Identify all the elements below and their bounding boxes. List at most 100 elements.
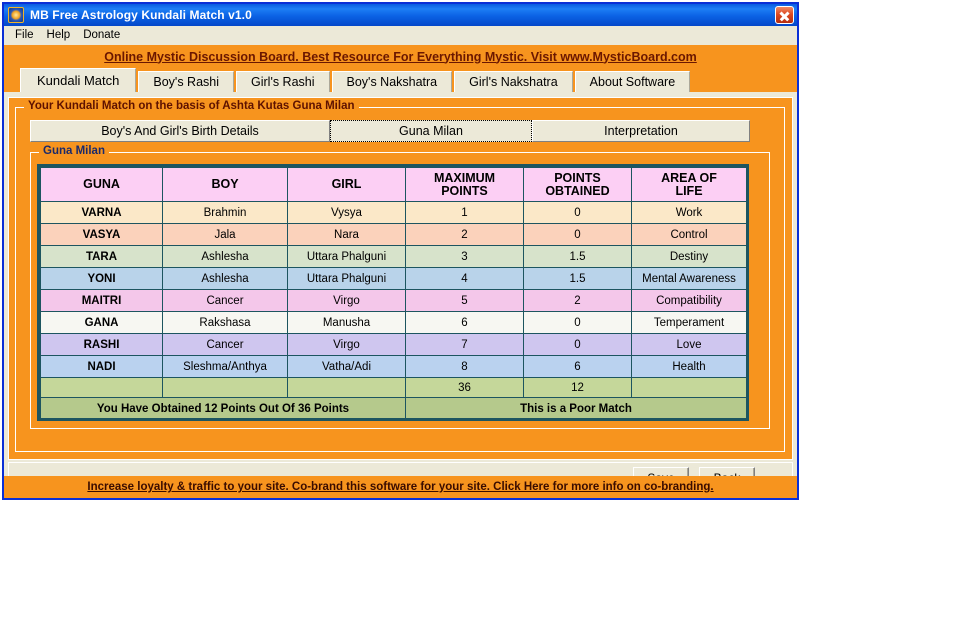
column-header-boy: BOY [162, 167, 288, 202]
totals-max-points: 36 [405, 377, 524, 398]
totals-cell-girl [287, 377, 406, 398]
column-header-area-of-life-line1: AREA OF [661, 170, 717, 185]
tab-about-software[interactable]: About Software [574, 71, 691, 92]
sub-tab-strip: Boy's And Girl's Birth Details Guna Mila… [30, 120, 770, 142]
table-header-row: GUNA BOY GIRL MAXIMUM POINTS POINTS OBTA… [40, 167, 746, 202]
result-summary: You Have Obtained 12 Points Out Of 36 Po… [40, 397, 406, 418]
table-row: GANA Rakshasa Manusha 6 0 Temperament [40, 311, 746, 334]
cell-points-obtained: 1.5 [523, 267, 632, 290]
cell-area-of-life: Destiny [631, 245, 746, 268]
cell-guna: VASYA [40, 223, 163, 246]
table-row: YONI Ashlesha Uttara Phalguni 4 1.5 Ment… [40, 267, 746, 290]
guna-milan-table-container: Mystic Board.com GUNA [37, 164, 749, 421]
cell-boy: Ashlesha [162, 245, 288, 268]
table-row: NADI Sleshma/Anthya Vatha/Adi 8 6 Health [40, 355, 746, 378]
totals-points-obtained: 12 [523, 377, 632, 398]
cell-max-points: 8 [405, 355, 524, 378]
guna-milan-table: GUNA BOY GIRL MAXIMUM POINTS POINTS OBTA… [40, 167, 746, 418]
table-row: MAITRI Cancer Virgo 5 2 Compatibility [40, 289, 746, 312]
menu-item-help[interactable]: Help [42, 28, 79, 42]
column-header-maximum-points: MAXIMUM POINTS [405, 167, 524, 202]
footer-banner: Increase loyalty & traffic to your site.… [4, 476, 797, 498]
cell-max-points: 4 [405, 267, 524, 290]
promo-banner-link[interactable]: Online Mystic Discussion Board. Best Res… [104, 50, 697, 64]
cell-points-obtained: 1.5 [523, 245, 632, 268]
cell-girl: Vatha/Adi [287, 355, 406, 378]
column-header-girl-line1: GIRL [331, 177, 362, 191]
cell-area-of-life: Health [631, 355, 746, 378]
cell-max-points: 7 [405, 333, 524, 356]
content-panel: Your Kundali Match on the basis of Ashta… [8, 97, 793, 460]
tab-boys-nakshatra[interactable]: Boy's Nakshatra [331, 71, 453, 92]
cell-max-points: 5 [405, 289, 524, 312]
column-header-guna: GUNA [40, 167, 163, 202]
cell-girl: Virgo [287, 289, 406, 312]
column-header-girl: GIRL [287, 167, 406, 202]
cell-max-points: 2 [405, 223, 524, 246]
menu-bar: File Help Donate [4, 26, 797, 45]
co-branding-link[interactable]: Increase loyalty & traffic to your site.… [87, 481, 713, 493]
cell-points-obtained: 0 [523, 311, 632, 334]
cell-area-of-life: Love [631, 333, 746, 356]
cell-max-points: 1 [405, 201, 524, 224]
column-header-guna-line1: GUNA [83, 177, 120, 191]
promo-banner: Online Mystic Discussion Board. Best Res… [4, 45, 797, 68]
table-row: RASHI Cancer Virgo 7 0 Love [40, 333, 746, 356]
cell-points-obtained: 0 [523, 333, 632, 356]
window-title: MB Free Astrology Kundali Match v1.0 [30, 8, 252, 22]
close-icon[interactable] [775, 6, 794, 24]
cell-area-of-life: Work [631, 201, 746, 224]
cell-boy: Sleshma/Anthya [162, 355, 288, 378]
cell-max-points: 3 [405, 245, 524, 268]
guna-milan-groupbox-title: Guna Milan [39, 145, 109, 157]
cell-area-of-life: Compatibility [631, 289, 746, 312]
table-row: VARNA Brahmin Vysya 1 0 Work [40, 201, 746, 224]
tab-girls-nakshatra[interactable]: Girl's Nakshatra [454, 71, 573, 92]
cell-guna: GANA [40, 311, 163, 334]
guna-milan-groupbox: Guna Milan GUNA BOY GIRL MAXIMUM POINTS … [30, 145, 770, 429]
cell-guna: VARNA [40, 201, 163, 224]
table-row: TARA Ashlesha Uttara Phalguni 3 1.5 Dest… [40, 245, 746, 268]
cell-area-of-life: Temperament [631, 311, 746, 334]
column-header-boy-line1: BOY [211, 177, 239, 191]
table-totals-row: 36 12 [40, 377, 746, 398]
cell-max-points: 6 [405, 311, 524, 334]
kundali-match-groupbox-title: Your Kundali Match on the basis of Ashta… [24, 100, 359, 112]
cell-girl: Uttara Phalguni [287, 267, 406, 290]
result-verdict: This is a Poor Match [405, 397, 746, 418]
tab-kundali-match[interactable]: Kundali Match [20, 68, 137, 92]
title-bar: MB Free Astrology Kundali Match v1.0 [4, 4, 797, 26]
column-header-points-obtained-line1: POINTS [554, 170, 601, 185]
cell-points-obtained: 2 [523, 289, 632, 312]
cell-boy: Jala [162, 223, 288, 246]
totals-cell-boy [162, 377, 288, 398]
cell-girl: Nara [287, 223, 406, 246]
cell-points-obtained: 6 [523, 355, 632, 378]
column-header-points-obtained-line2: OBTAINED [545, 183, 610, 198]
menu-item-file[interactable]: File [10, 28, 42, 42]
cell-area-of-life: Mental Awareness [631, 267, 746, 290]
cell-boy: Cancer [162, 333, 288, 356]
globe-icon [8, 7, 24, 23]
cell-boy: Rakshasa [162, 311, 288, 334]
tab-girls-rashi[interactable]: Girl's Rashi [236, 71, 330, 92]
application-window: MB Free Astrology Kundali Match v1.0 Fil… [2, 2, 799, 500]
subtab-birth-details[interactable]: Boy's And Girl's Birth Details [30, 120, 330, 142]
column-header-area-of-life: AREA OF LIFE [631, 167, 746, 202]
cell-girl: Vysya [287, 201, 406, 224]
column-header-maximum-points-line2: POINTS [441, 183, 488, 198]
menu-item-donate[interactable]: Donate [78, 28, 128, 42]
cell-girl: Manusha [287, 311, 406, 334]
subtab-guna-milan[interactable]: Guna Milan [330, 120, 532, 142]
cell-points-obtained: 0 [523, 223, 632, 246]
totals-cell-guna [40, 377, 163, 398]
column-header-area-of-life-line2: LIFE [675, 183, 703, 198]
cell-guna: RASHI [40, 333, 163, 356]
totals-cell-area [631, 377, 746, 398]
cell-boy: Brahmin [162, 201, 288, 224]
tab-boys-rashi[interactable]: Boy's Rashi [138, 71, 234, 92]
cell-guna: YONI [40, 267, 163, 290]
cell-girl: Uttara Phalguni [287, 245, 406, 268]
cell-guna: NADI [40, 355, 163, 378]
subtab-interpretation[interactable]: Interpretation [532, 120, 750, 142]
